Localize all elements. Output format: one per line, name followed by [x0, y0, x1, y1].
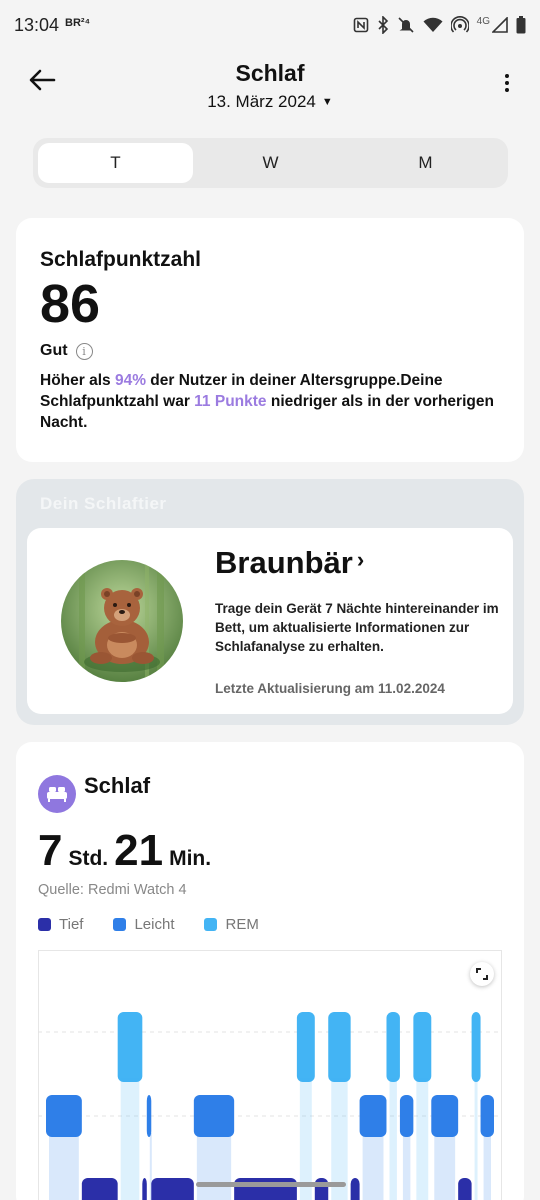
nfc-icon — [353, 17, 368, 33]
sleep-duration: 7 Std. 21 Min. — [38, 826, 217, 876]
tab-week[interactable]: W — [193, 143, 348, 183]
sleep-stage-segment — [296, 1012, 315, 1082]
duration-hours-unit: Std. — [68, 847, 109, 870]
sleep-stage-segment — [117, 1012, 143, 1082]
status-icons: 4G — [353, 16, 526, 34]
chart-frame — [38, 950, 502, 1200]
sleep-stage-segment — [386, 1012, 400, 1082]
caret-down-icon: ▼ — [321, 96, 333, 108]
score-rating: Gut — [40, 342, 68, 359]
sleep-stage-connector — [474, 1078, 478, 1200]
sleep-stage-segment — [151, 1178, 194, 1200]
animal-description: Trage dein Gerät 7 Nächte hintereinander… — [215, 601, 499, 654]
legend-swatch — [38, 918, 51, 931]
expand-chart-button[interactable] — [470, 962, 494, 986]
mute-icon — [398, 17, 414, 33]
sleep-stage-connector — [434, 1133, 456, 1200]
sleep-animal-card: Dein Schlaftier Braunbär › Trage dein Ge… — [16, 479, 524, 725]
period-tabs: T W M — [33, 138, 508, 188]
score-rating-row: Gut i — [40, 342, 500, 360]
info-icon[interactable]: i — [75, 342, 93, 360]
legend-item-rem: REM — [204, 916, 259, 933]
date-selector[interactable]: 13. März 2024 ▼ — [0, 92, 540, 112]
wifi-icon — [423, 17, 443, 32]
sleep-stage-connector — [402, 1133, 411, 1200]
sleep-stage-connector — [389, 1078, 397, 1200]
score-value: 86 — [40, 274, 101, 334]
home-indicator[interactable] — [196, 1182, 346, 1187]
status-badge: BR²⁴ — [65, 17, 91, 29]
tab-day[interactable]: T — [38, 143, 193, 183]
legend-item-leicht: Leicht — [113, 916, 174, 933]
sleep-stage-connector — [196, 1133, 232, 1200]
score-description: Höher als 94% der Nutzer in deiner Alter… — [40, 370, 510, 433]
sleep-stage-segment — [328, 1012, 351, 1082]
sleep-stage-connector — [483, 1133, 491, 1200]
bear-avatar — [61, 560, 183, 682]
network-label: 4G — [476, 15, 490, 27]
sleep-stage-segment — [193, 1095, 235, 1137]
legend-label: Leicht — [134, 916, 175, 933]
battery-icon — [516, 16, 526, 34]
status-time: 13:04 — [14, 14, 60, 35]
data-source: Quelle: Redmi Watch 4 — [38, 882, 187, 898]
sleep-stage-connector — [362, 1133, 384, 1200]
sleep-stage-segment — [350, 1178, 360, 1200]
sleep-score-card[interactable]: Schlafpunktzahl 86 Gut i Höher als 94% d… — [16, 218, 524, 462]
more-options-button[interactable] — [504, 74, 510, 96]
chevron-right-icon: › — [356, 547, 365, 572]
sleep-stage-segment — [46, 1095, 82, 1137]
duration-minutes-unit: Min. — [169, 847, 212, 870]
sleep-stage-segment — [480, 1095, 494, 1137]
sleep-stage-segment — [142, 1178, 147, 1200]
sleep-stage-segment — [413, 1012, 432, 1082]
score-title: Schlafpunktzahl — [40, 248, 202, 271]
sleep-stage-segment — [146, 1095, 152, 1137]
sleep-stage-segment — [458, 1178, 472, 1200]
animal-name: Braunbär — [215, 545, 353, 580]
sleep-stage-segment — [471, 1012, 481, 1082]
animal-panel[interactable]: Braunbär › Trage dein Gerät 7 Nächte hint… — [27, 528, 513, 714]
points-highlight: 11 Punkte — [194, 393, 267, 410]
legend-swatch — [113, 918, 127, 931]
bluetooth-icon — [378, 16, 388, 34]
sleep-stage-connector — [49, 1133, 79, 1200]
animal-heading: Dein Schlaftier — [40, 494, 167, 513]
more-dot-icon — [505, 81, 509, 85]
score-desc-text: Höher als — [40, 372, 115, 389]
page-title: Schlaf — [235, 60, 305, 86]
sleep-stage-connector — [416, 1078, 429, 1200]
more-dot-icon — [505, 74, 509, 78]
bed-icon — [38, 775, 76, 813]
sleep-chart-svg — [38, 950, 502, 1200]
sleep-stage-segment — [81, 1178, 118, 1200]
legend-swatch — [204, 918, 218, 931]
signal-icon — [492, 17, 508, 33]
legend-label: REM — [225, 916, 259, 933]
animal-name-link[interactable]: Braunbär › — [215, 545, 364, 581]
chart-legend: Tief Leicht REM — [38, 916, 259, 933]
hotspot-icon — [450, 16, 469, 33]
tab-month[interactable]: M — [348, 143, 503, 183]
sleep-stage-connector — [120, 1078, 140, 1200]
duration-minutes: 21 — [114, 826, 164, 875]
bear-illustration — [61, 560, 183, 682]
sleep-card-title: Schlaf — [84, 773, 151, 798]
legend-item-tief: Tief — [38, 916, 83, 933]
sleep-duration-card[interactable]: Schlaf 7 Std. 21 Min. Quelle: Redmi Watch 4… — [16, 742, 524, 1200]
legend-label: Tief — [59, 916, 84, 933]
app-header: Schlaf 13. März 2024 ▼ — [0, 56, 540, 116]
animal-last-update: Letzte Aktualisierung am 11.02.2024 — [215, 681, 445, 696]
duration-hours: 7 — [38, 826, 63, 875]
expand-icon — [476, 968, 488, 980]
sleep-stage-segment — [399, 1095, 414, 1137]
sleep-stage-chart[interactable] — [38, 950, 502, 1200]
sleep-stage-segment — [359, 1095, 387, 1137]
percent-highlight: 94% — [114, 372, 146, 389]
date-label: 13. März 2024 — [207, 92, 316, 111]
more-dot-icon — [505, 88, 509, 92]
status-bar: 13:04 BR²⁴ 4G — [0, 0, 540, 50]
sleep-stage-segment — [431, 1095, 459, 1137]
